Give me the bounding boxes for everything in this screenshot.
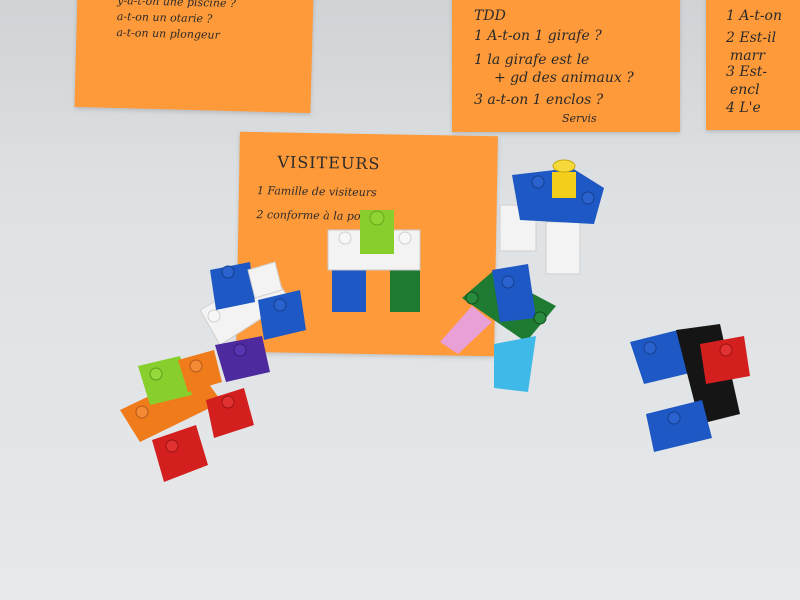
lego-scene xyxy=(120,159,750,482)
lego-figure-white-arch xyxy=(327,210,421,312)
lego-figure-green-cyan xyxy=(440,264,556,392)
lego-figure-blue-yellow xyxy=(499,159,604,275)
lego-figure-black-red xyxy=(630,324,750,452)
